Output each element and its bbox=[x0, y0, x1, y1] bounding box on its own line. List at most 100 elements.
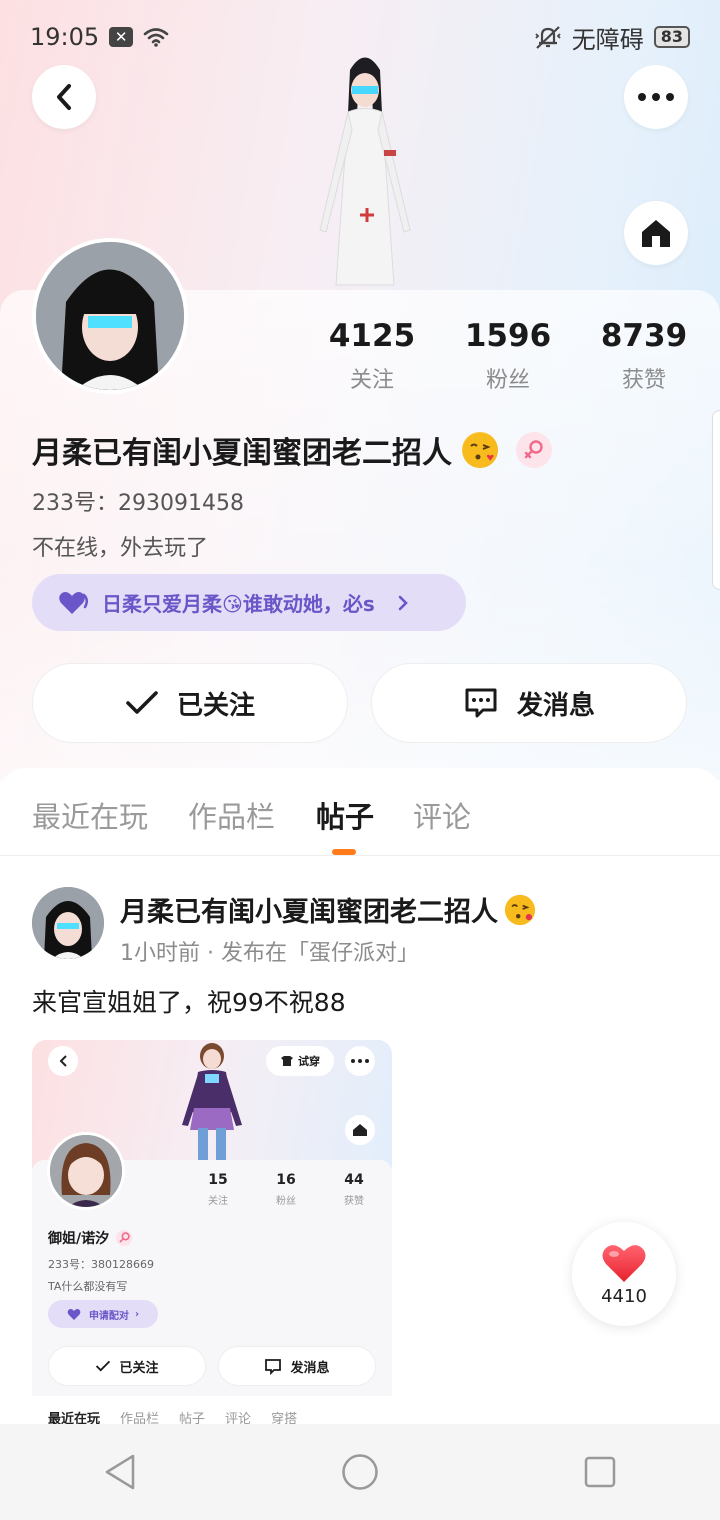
post-image-name: 御姐/诺汐 bbox=[48, 1228, 133, 1248]
post-image-avatar bbox=[47, 1132, 125, 1210]
post-author-avatar[interactable] bbox=[32, 887, 104, 959]
stat-following-label: 关注 bbox=[349, 368, 394, 393]
post-image-pill-text: 申请配对 bbox=[88, 1310, 129, 1322]
heart-icon bbox=[59, 591, 88, 614]
post-image-uid: 233号：380128669 bbox=[48, 1258, 154, 1271]
profile-bio: 不在线，外去玩了 bbox=[32, 536, 209, 561]
home-button[interactable] bbox=[624, 201, 688, 265]
post-image[interactable]: 试穿 15 关注 16 粉丝 44 获赞 御姐/诺汐 233号：38012866… bbox=[32, 1040, 392, 1424]
kiss-emoji-icon bbox=[462, 432, 498, 468]
content-tabs: 最近在玩 作品栏 帖子 评论 bbox=[0, 768, 720, 856]
message-button[interactable]: 发消息 bbox=[371, 663, 687, 743]
chevron-right-icon bbox=[398, 595, 408, 610]
stat-likes-label: 获赞 bbox=[621, 368, 666, 393]
post-image-bio: TA什么都没有写 bbox=[48, 1280, 128, 1293]
tab-recently-played[interactable]: 最近在玩 bbox=[32, 794, 148, 836]
post-image-message-label: 发消息 bbox=[290, 1360, 330, 1376]
character-model-image bbox=[319, 57, 411, 286]
followed-button[interactable]: 已关注 bbox=[32, 663, 348, 743]
stat-following-value: 4125 bbox=[328, 318, 416, 354]
post-image-tabs: 最近在玩 作品栏 帖子 评论 穿搭 bbox=[32, 1396, 392, 1424]
checkmark-icon bbox=[126, 691, 158, 714]
more-button[interactable] bbox=[624, 65, 688, 129]
post-image-back-icon bbox=[48, 1046, 78, 1076]
triangle-back-icon bbox=[105, 1454, 135, 1490]
tab-works[interactable]: 作品栏 bbox=[188, 794, 275, 836]
female-icon bbox=[524, 440, 543, 459]
message-label: 发消息 bbox=[516, 690, 595, 721]
heart-icon bbox=[67, 1308, 81, 1320]
relationship-text: 日柔只爱月柔😘谁敢动她，必s bbox=[102, 592, 375, 616]
heart-icon bbox=[602, 1244, 646, 1282]
stat-followers[interactable]: 1596 粉丝 bbox=[448, 318, 568, 394]
nav-recents-button[interactable] bbox=[570, 1442, 630, 1502]
post-image-stat-followers-value: 16 bbox=[276, 1172, 296, 1188]
stat-likes-value: 8739 bbox=[600, 318, 688, 354]
post-image-stat-following-label: 关注 bbox=[208, 1196, 228, 1207]
post-image-stat-followers: 16 粉丝 bbox=[256, 1172, 316, 1207]
nav-back-button[interactable] bbox=[90, 1442, 150, 1502]
relationship-pill[interactable]: 日柔只爱月柔😘谁敢动她，必s bbox=[32, 574, 466, 631]
system-navigation-bar bbox=[0, 1424, 720, 1520]
post-text: 来官宣姐姐了，祝99不祝88 bbox=[32, 988, 346, 1017]
post-avatar-image bbox=[32, 887, 104, 959]
post-image-stat-followers-label: 粉丝 bbox=[276, 1196, 296, 1207]
nickname-text: 月柔已有闺小夏闺蜜团老二招人 bbox=[32, 436, 452, 471]
side-scroll-handle[interactable] bbox=[712, 410, 720, 590]
post-image-pill: 申请配对 › bbox=[48, 1300, 158, 1328]
stat-followers-label: 粉丝 bbox=[485, 368, 530, 393]
post-image-tab-outfits: 穿搭 bbox=[271, 1412, 298, 1424]
post-image-stat-likes: 44 获赞 bbox=[324, 1172, 384, 1207]
profile-uid: 233号：293091458 bbox=[32, 491, 244, 516]
status-left: 19:05 ✕ bbox=[30, 23, 169, 51]
post-meta: 1小时前 · 发布在「蛋仔派对」 bbox=[120, 941, 419, 966]
post-image-stat-likes-label: 获赞 bbox=[344, 1196, 364, 1207]
stat-likes[interactable]: 8739 获赞 bbox=[584, 318, 704, 394]
post-image-message: 发消息 bbox=[218, 1346, 376, 1386]
post-image-home-icon bbox=[345, 1115, 375, 1145]
circle-home-icon bbox=[342, 1454, 378, 1490]
like-button[interactable]: 4410 bbox=[572, 1222, 676, 1326]
battery-indicator: 83 bbox=[653, 26, 690, 48]
checkmark-icon bbox=[96, 1360, 111, 1372]
post-image-tab-works: 作品栏 bbox=[120, 1412, 160, 1424]
post-image-followed: 已关注 bbox=[48, 1346, 206, 1386]
post-image-tab-recent: 最近在玩 bbox=[48, 1412, 101, 1424]
status-time: 19:05 bbox=[30, 23, 100, 51]
chevron-right-icon: › bbox=[134, 1308, 140, 1320]
post-author-text: 月柔已有闺小夏闺蜜团老二招人 bbox=[120, 897, 498, 928]
stat-following[interactable]: 4125 关注 bbox=[312, 318, 432, 394]
accessibility-label: 无障碍 bbox=[571, 25, 644, 54]
post-image-try-on: 试穿 bbox=[266, 1046, 334, 1076]
post-image-name-text: 御姐/诺汐 bbox=[48, 1231, 110, 1247]
post-image-followed-label: 已关注 bbox=[119, 1360, 159, 1376]
tab-comments[interactable]: 评论 bbox=[413, 794, 471, 836]
avatar-image bbox=[36, 242, 184, 390]
status-right: 无障碍 83 bbox=[534, 20, 690, 55]
nav-home-button[interactable] bbox=[330, 1442, 390, 1502]
post-image-stat-following: 15 关注 bbox=[188, 1172, 248, 1207]
chevron-left-icon bbox=[57, 84, 71, 110]
chat-bubble-icon bbox=[465, 688, 497, 718]
like-count: 4410 bbox=[601, 1285, 647, 1307]
post-image-tab-posts: 帖子 bbox=[179, 1412, 206, 1424]
kiss-emoji-icon bbox=[504, 894, 536, 925]
post-image-tab-comments: 评论 bbox=[225, 1412, 252, 1424]
tab-posts[interactable]: 帖子 bbox=[316, 794, 374, 836]
female-badge bbox=[516, 432, 552, 468]
profile-nickname: 月柔已有闺小夏闺蜜团老二招人 bbox=[32, 428, 552, 472]
post-image-more-icon bbox=[345, 1046, 375, 1076]
post-image-stat-likes-value: 44 bbox=[344, 1172, 364, 1188]
female-icon bbox=[115, 1229, 133, 1247]
silent-bell-icon bbox=[535, 26, 561, 49]
stat-followers-value: 1596 bbox=[464, 318, 552, 354]
post-image-stat-following-value: 15 bbox=[208, 1172, 228, 1188]
more-dots-icon bbox=[638, 93, 674, 101]
wifi-icon bbox=[143, 28, 169, 47]
shirt-icon bbox=[281, 1056, 293, 1066]
profile-avatar[interactable] bbox=[32, 238, 188, 394]
home-icon bbox=[642, 220, 670, 247]
back-button[interactable] bbox=[32, 65, 96, 129]
square-recents-icon bbox=[584, 1456, 616, 1488]
post-author-name[interactable]: 月柔已有闺小夏闺蜜团老二招人 bbox=[120, 890, 536, 929]
